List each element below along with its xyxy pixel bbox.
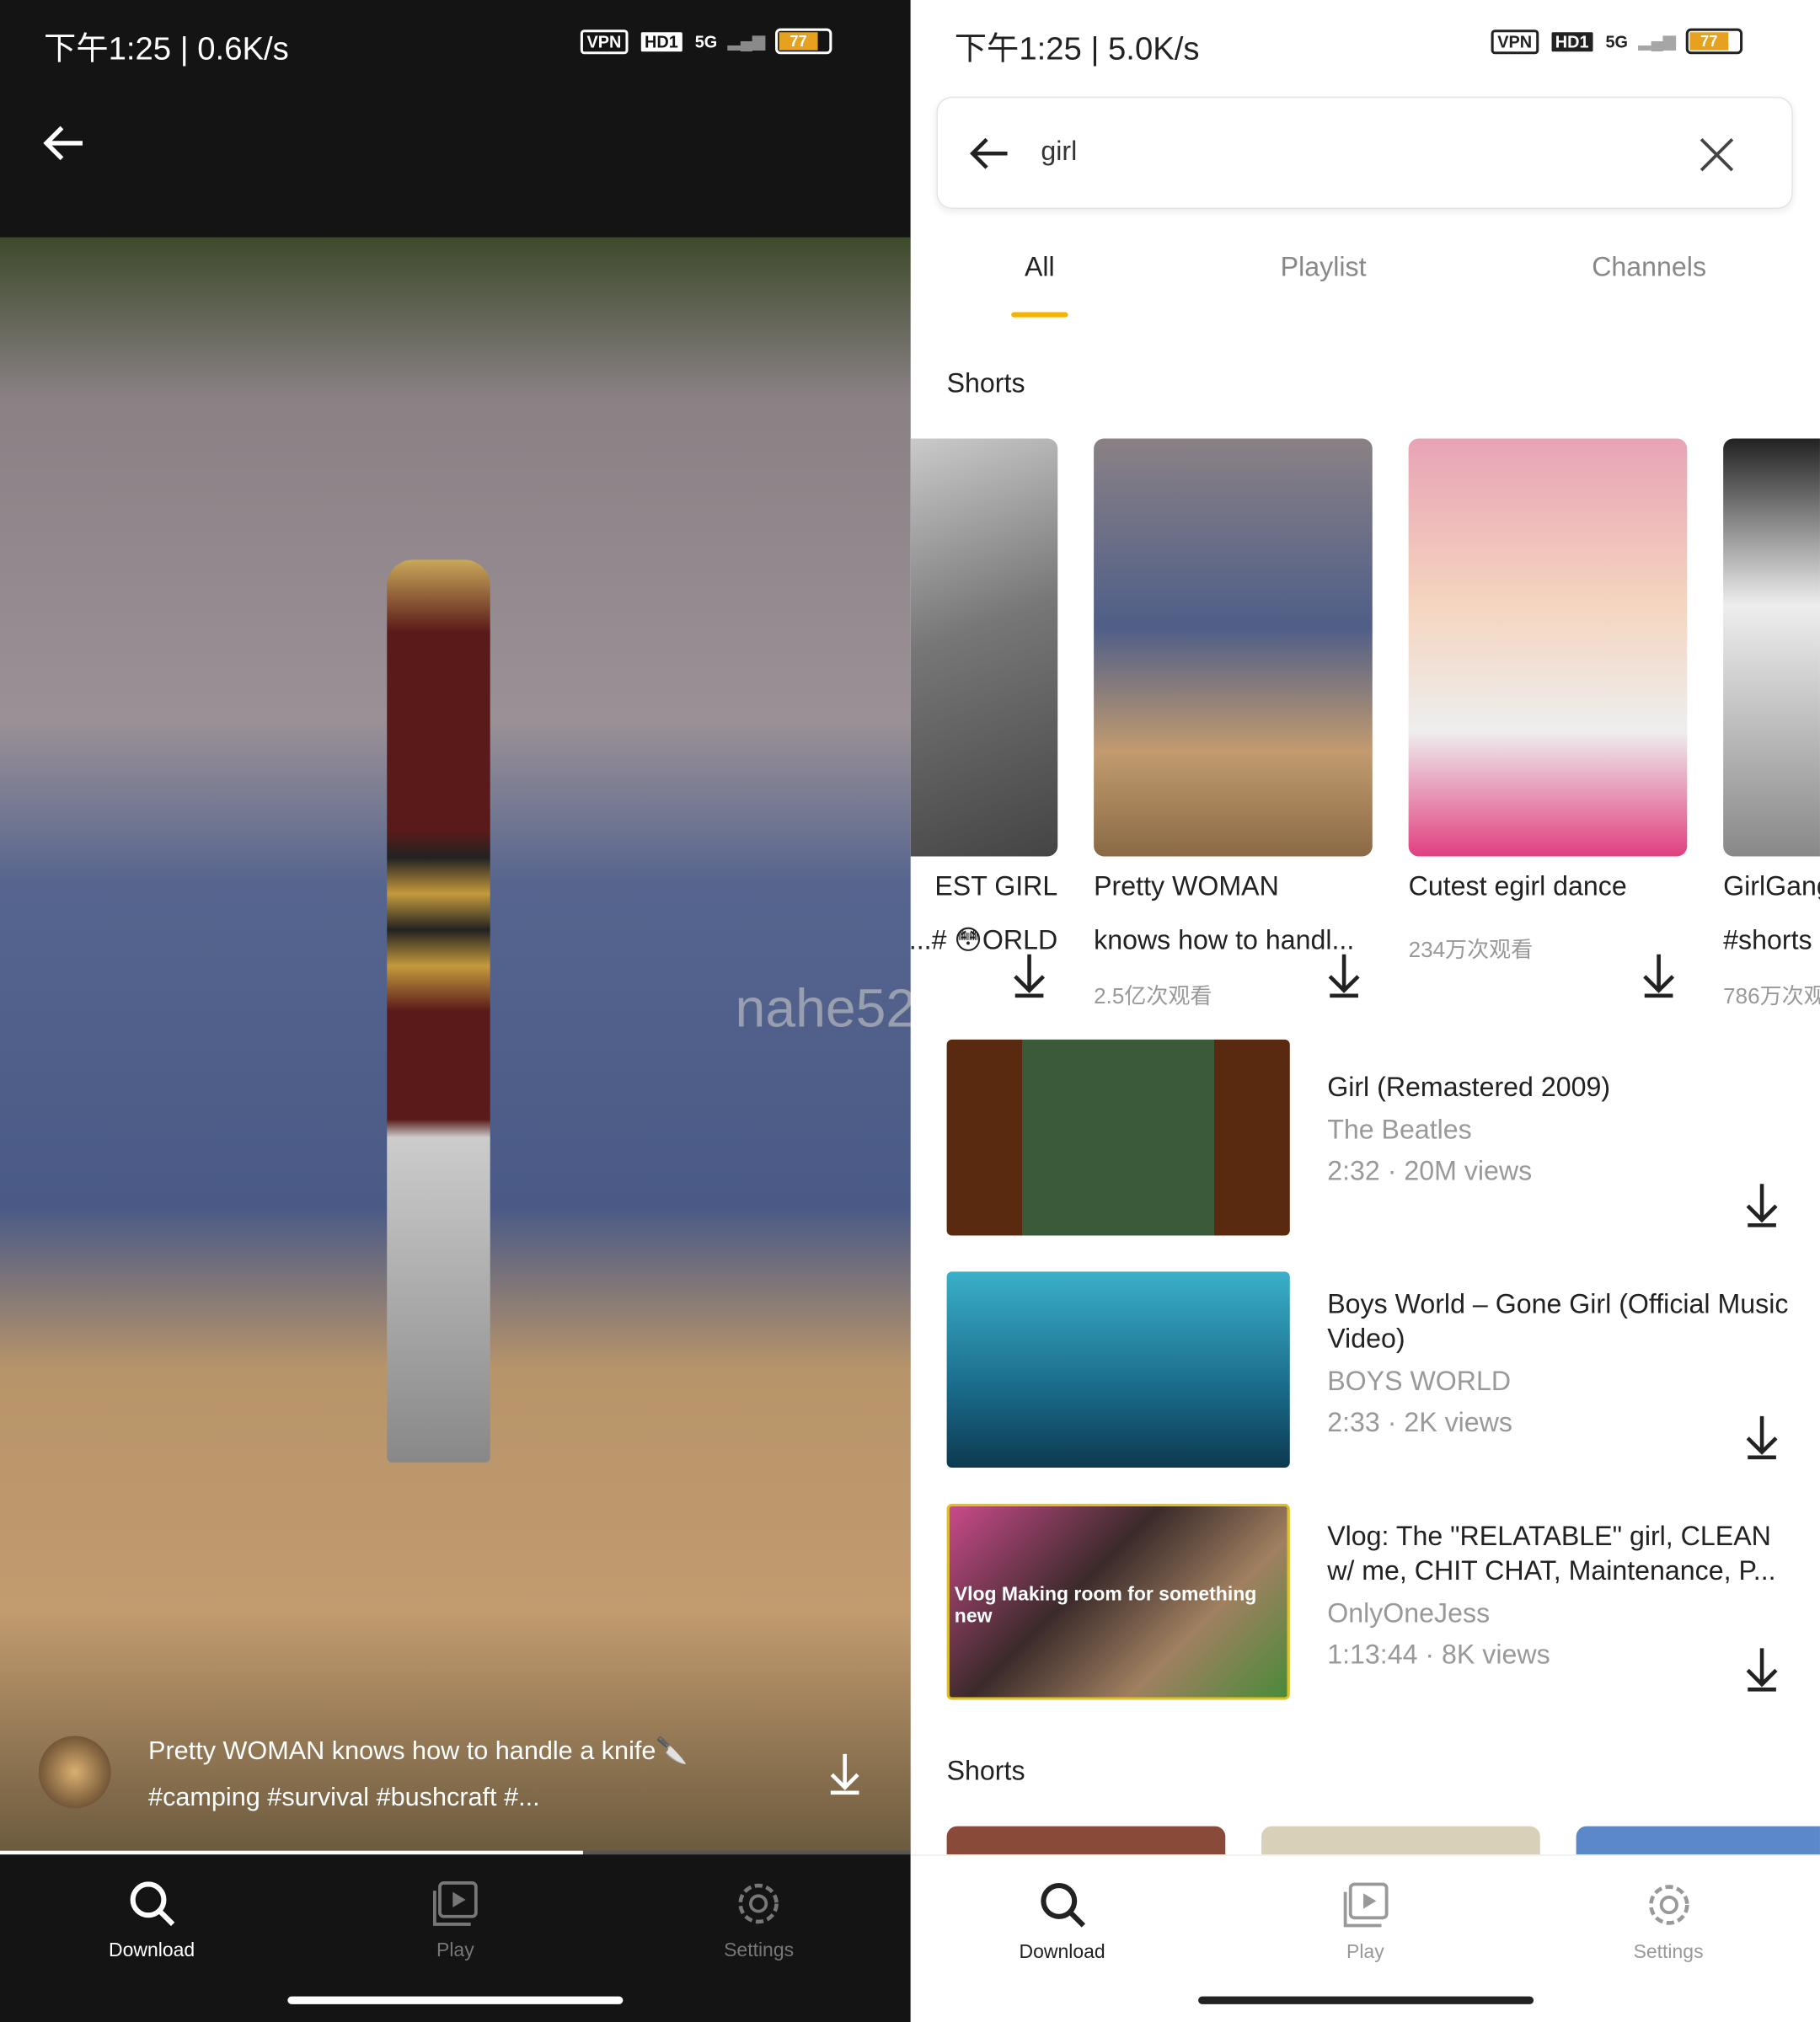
short-thumbnail[interactable]: [1576, 1826, 1820, 1855]
download-icon[interactable]: [1744, 1645, 1780, 1692]
video-title: Vlog: The "RELATABLE" girl, CLEAN w/ me,…: [1327, 1522, 1776, 1586]
signal-icon: 5G: [1605, 31, 1629, 51]
short-thumbnail: [910, 438, 1058, 857]
play-icon: [1342, 1882, 1388, 1928]
nav-settings[interactable]: Settings: [607, 1854, 910, 2022]
download-icon[interactable]: [1011, 952, 1047, 998]
play-icon: [432, 1881, 478, 1926]
video-title: Girl (Remastered 2009): [1327, 1073, 1611, 1103]
video-result[interactable]: Vlog Making room for something new Vlog:…: [946, 1503, 1785, 1700]
gear-icon: [1648, 1885, 1689, 1925]
download-icon[interactable]: [1744, 1414, 1780, 1460]
status-icons: VPN HD1 5G ▂▄▆ 77: [580, 28, 832, 55]
video-thumbnail: [946, 1271, 1290, 1468]
nav-download[interactable]: Download: [911, 1856, 1214, 2022]
gear-icon: [738, 1883, 779, 1924]
short-title: EST GIRL: [934, 871, 1058, 902]
battery-icon: 77: [1686, 28, 1743, 55]
channel-name[interactable]: OnlyOneJess: [1327, 1599, 1791, 1630]
short-item[interactable]: Pretty WOMAN knows how to handl... 2.5亿次…: [1094, 438, 1373, 1009]
video-caption: Pretty WOMAN knows how to handle a knife…: [148, 1736, 688, 1812]
back-arrow-icon[interactable]: [969, 136, 1010, 172]
status-time: 下午1:25 | 0.6K/s: [44, 30, 289, 67]
search-input[interactable]: girl: [1041, 136, 1077, 168]
download-icon[interactable]: [826, 1752, 864, 1795]
short-thumbnail: [1723, 438, 1820, 857]
active-tab-indicator: [1011, 312, 1068, 318]
video-meta: 1:13:44 · 8K views: [1327, 1640, 1550, 1671]
status-time: 下午1:25 | 5.0K/s: [954, 30, 1200, 67]
home-indicator: [287, 1996, 624, 2004]
video-title: Boys World – Gone Girl (Official Music V…: [1327, 1289, 1789, 1355]
channel-name[interactable]: The Beatles: [1327, 1115, 1791, 1147]
short-item[interactable]: GirlGang #shorts 786万次观: [1723, 438, 1820, 1009]
video-result[interactable]: Boys World – Gone Girl (Official Music V…: [946, 1271, 1788, 1468]
short-item[interactable]: EST GIRL ORLD😳 #... 看: [910, 438, 1058, 1009]
back-arrow-icon[interactable]: [41, 124, 85, 163]
tab-all[interactable]: All: [911, 253, 1169, 318]
section-title: Shorts: [946, 1756, 1025, 1787]
short-thumbnail[interactable]: [946, 1826, 1226, 1855]
nav-settings[interactable]: Settings: [1517, 1856, 1820, 2022]
section-title: Shorts: [946, 368, 1025, 399]
hd-icon: HD1: [638, 29, 685, 54]
search-results-screen: 下午1:25 | 5.0K/s VPN HD1 5G ▂▄▆ 77 girl A…: [910, 0, 1820, 2022]
tab-channels[interactable]: Channels: [1478, 253, 1820, 318]
short-title: GirlGang: [1723, 871, 1820, 902]
video-frame[interactable]: [0, 237, 911, 1855]
tab-bar: All Playlist Channels: [911, 253, 1820, 318]
search-bar[interactable]: girl: [936, 96, 1793, 209]
clear-icon[interactable]: [1699, 136, 1735, 173]
search-icon: [130, 1881, 174, 1927]
home-indicator: [1197, 1996, 1534, 2004]
video-thumbnail: [946, 1039, 1290, 1236]
short-views: 786万次观: [1723, 984, 1820, 1009]
knife-image: [387, 559, 490, 1463]
download-icon[interactable]: [1744, 1181, 1780, 1228]
video-meta: 2:33 · 2K views: [1327, 1408, 1512, 1438]
video-result[interactable]: Girl (Remastered 2009) The Beatles 2:32 · …: [946, 1039, 1785, 1236]
short-thumbnail[interactable]: [1261, 1826, 1540, 1855]
short-item[interactable]: Cutest egirl dance 234万次观看: [1408, 438, 1688, 963]
short-thumbnail: [1094, 438, 1373, 857]
tab-playlist[interactable]: Playlist: [1169, 253, 1478, 318]
search-icon: [1040, 1882, 1085, 1928]
download-icon[interactable]: [1326, 952, 1362, 998]
vpn-icon: VPN: [1491, 29, 1539, 54]
signal-icon: 5G: [694, 31, 718, 51]
channel-avatar[interactable]: [38, 1736, 111, 1809]
battery-icon: 77: [775, 28, 832, 55]
download-icon[interactable]: [1641, 952, 1677, 998]
short-title: Pretty WOMAN: [1094, 871, 1279, 902]
short-thumbnail: [1408, 438, 1688, 857]
signal-off-icon: ▂▄▆: [1638, 30, 1676, 51]
hd-icon: HD1: [1549, 29, 1596, 54]
video-player-screen: 下午1:25 | 0.6K/s VPN HD1 5G ▂▄▆ 77 nahe52…: [0, 0, 1063, 2022]
vpn-icon: VPN: [580, 29, 629, 54]
signal-off-icon: ▂▄▆: [727, 30, 766, 51]
short-title: Cutest egirl dance: [1408, 871, 1627, 902]
video-thumbnail: Vlog Making room for something new: [946, 1503, 1290, 1700]
channel-name[interactable]: BOYS WORLD: [1327, 1367, 1791, 1399]
video-meta: 2:32 · 20M views: [1327, 1157, 1533, 1187]
short-title: #shorts: [1723, 926, 1812, 956]
status-icons: VPN HD1 5G ▂▄▆ 77: [1491, 28, 1743, 55]
nav-download[interactable]: Download: [0, 1854, 303, 2022]
